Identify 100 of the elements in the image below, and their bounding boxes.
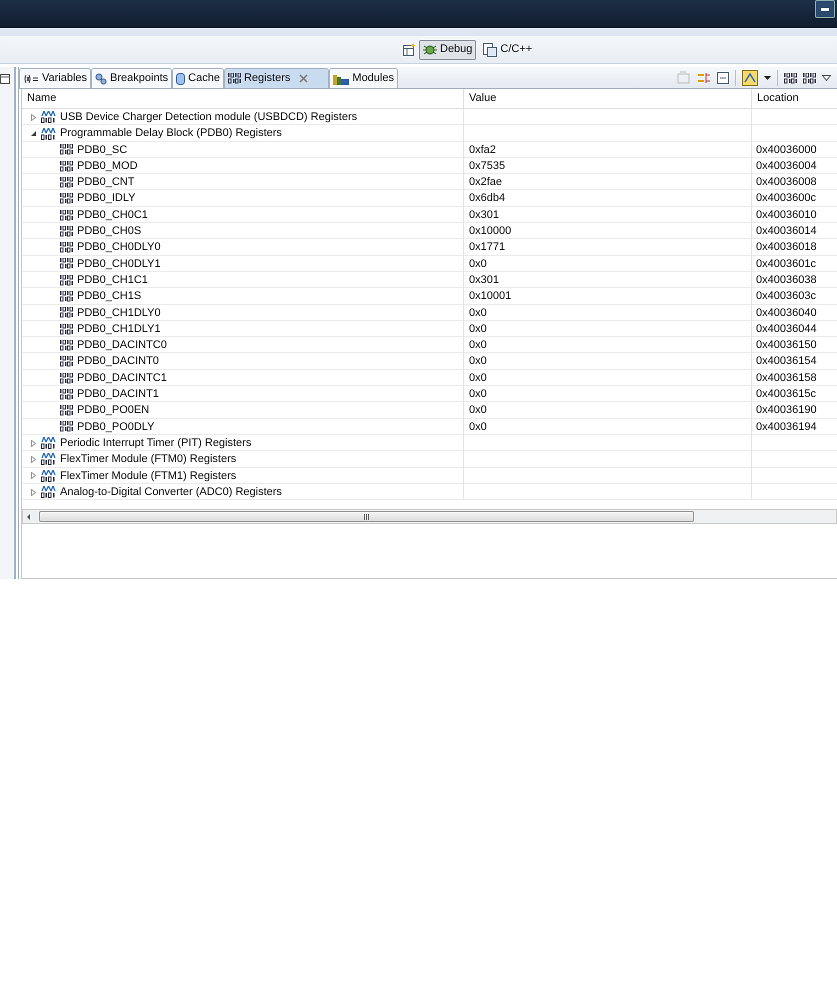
open-perspective-icon[interactable]	[403, 43, 416, 56]
view-tab[interactable]: Breakpoints	[91, 68, 172, 88]
register-name: PDB0_DACINTC1	[77, 370, 167, 386]
column-header[interactable]: Name	[22, 89, 464, 108]
register-value: 0x0	[469, 403, 487, 418]
register-name: PDB0_CH1S	[77, 289, 142, 304]
register-value: 0xfa2	[469, 142, 496, 158]
register-icon	[60, 421, 73, 432]
register-address: 0x40036008	[756, 175, 817, 190]
register-icon	[60, 356, 73, 368]
view-tab[interactable]: Cache	[172, 68, 224, 88]
register-value: 0x301	[469, 272, 499, 288]
register-value: 0x0	[469, 354, 487, 370]
register-name: PDB0_PO0DLY	[77, 420, 154, 435]
register-name: PDB0_CH1C1	[77, 272, 148, 288]
register-icon	[60, 372, 73, 384]
grip-icon	[364, 514, 370, 520]
cylinder-icon	[176, 72, 186, 86]
register-address: 0x40036040	[756, 306, 817, 321]
collapsed-arrow-icon[interactable]	[30, 114, 37, 121]
perspective-button[interactable]: C/C++	[479, 40, 536, 60]
horizontal-scrollbar[interactable]	[22, 509, 837, 524]
register-value: 0x0	[469, 322, 487, 337]
register-address: 0x40036038	[756, 272, 817, 288]
books-icon	[333, 72, 350, 84]
minimize-icon	[821, 8, 829, 10]
register-name: Periodic Interrupt Timer (PIT) Registers	[60, 436, 252, 451]
register-group-icon	[41, 128, 56, 140]
column-header[interactable]: Location	[752, 89, 837, 108]
register-value: 0x10000	[469, 224, 512, 240]
register-address: 0x4003603c	[756, 289, 816, 304]
view-tab[interactable]: Registers	[224, 68, 330, 88]
register-group-icon	[41, 111, 56, 124]
register-address: 0x40036154	[756, 354, 817, 370]
register-address: 0x40036150	[756, 338, 817, 354]
binary-up-icon	[803, 72, 816, 84]
register-name: PDB0_CH0DLY0	[77, 240, 161, 256]
collapsed-arrow-icon[interactable]	[30, 472, 37, 480]
register-value: 0x0	[469, 306, 487, 321]
register-value: 0x1771	[469, 240, 506, 256]
expanded-arrow-icon[interactable]	[30, 130, 37, 138]
register-name: PDB0_DACINT0	[77, 354, 159, 370]
register-name: PDB0_CH0S	[77, 224, 142, 240]
restore-icon[interactable]	[0, 74, 10, 84]
register-group-icon	[41, 437, 56, 450]
register-address: 0x4003615c	[756, 387, 816, 402]
register-value: 0x0	[469, 370, 487, 386]
layout-icon[interactable]	[742, 70, 758, 86]
bug-icon	[423, 42, 437, 56]
register-address: 0x40036014	[756, 224, 817, 240]
register-name: PDB0_CH0DLY1	[77, 256, 161, 272]
close-icon[interactable]	[299, 74, 308, 83]
register-value: 0x2fae	[469, 175, 502, 190]
register-value: 0x0	[469, 387, 487, 402]
register-icon	[60, 193, 73, 204]
register-value: 0x10001	[469, 289, 512, 304]
register-name: FlexTimer Module (FTM0) Registers	[60, 452, 236, 468]
minimize-button[interactable]	[815, 0, 835, 18]
binary-down-icon	[784, 72, 797, 84]
register-name: PDB0_CH1DLY1	[77, 322, 161, 337]
register-name: Analog-to-Digital Converter (ADC0) Registers	[60, 484, 282, 500]
code-file-icon	[483, 42, 498, 56]
register-name: PDB0_CNT	[77, 175, 134, 190]
register-address: 0x40036194	[756, 420, 817, 435]
register-group-icon	[41, 486, 56, 498]
register-name: USB Device Charger Detection module (USBDCD) Registers	[60, 110, 358, 125]
register-name: PDB0_DACINT1	[77, 387, 159, 402]
scroll-thumb[interactable]	[39, 511, 694, 522]
dropdown-caret-icon[interactable]	[764, 76, 771, 80]
collapsed-arrow-icon[interactable]	[30, 440, 37, 447]
collapse-all-icon[interactable]	[717, 72, 729, 84]
view-menu-icon[interactable]	[822, 75, 831, 81]
register-value: 0x0	[469, 338, 487, 354]
register-address: 0x40036190	[756, 403, 817, 418]
register-icon	[60, 405, 73, 416]
collapsed-arrow-icon[interactable]	[30, 456, 37, 463]
register-value: 0x7535	[469, 158, 506, 174]
breakpoints-icon	[95, 72, 108, 84]
register-icon	[60, 388, 73, 400]
view-tab[interactable]: Modules	[329, 68, 398, 88]
register-value: 0x0	[469, 420, 487, 435]
register-name: PDB0_PO0EN	[77, 403, 150, 418]
register-name: Programmable Delay Block (PDB0) Registers	[60, 126, 282, 142]
register-icon	[60, 258, 73, 270]
register-name: PDB0_DACINTC0	[77, 338, 167, 354]
register-value: 0x6db4	[469, 191, 506, 206]
collapsed-arrow-icon[interactable]	[30, 488, 37, 496]
register-group-icon	[41, 453, 56, 466]
register-icon	[60, 160, 73, 172]
column-header[interactable]: Value	[464, 89, 752, 108]
arrows-icon[interactable]	[697, 71, 711, 85]
register-name: PDB0_CH0C1	[77, 208, 148, 223]
register-address: 0x4003601c	[756, 256, 816, 272]
register-icon	[60, 324, 73, 335]
register-address: 0x40036010	[756, 208, 817, 223]
perspective-button[interactable]: Debug	[419, 40, 476, 60]
register-value: 0x301	[469, 208, 499, 223]
register-address: 0x40036000	[756, 142, 817, 158]
view-tab[interactable]: Variables	[19, 68, 92, 88]
register-group-icon	[41, 470, 56, 482]
